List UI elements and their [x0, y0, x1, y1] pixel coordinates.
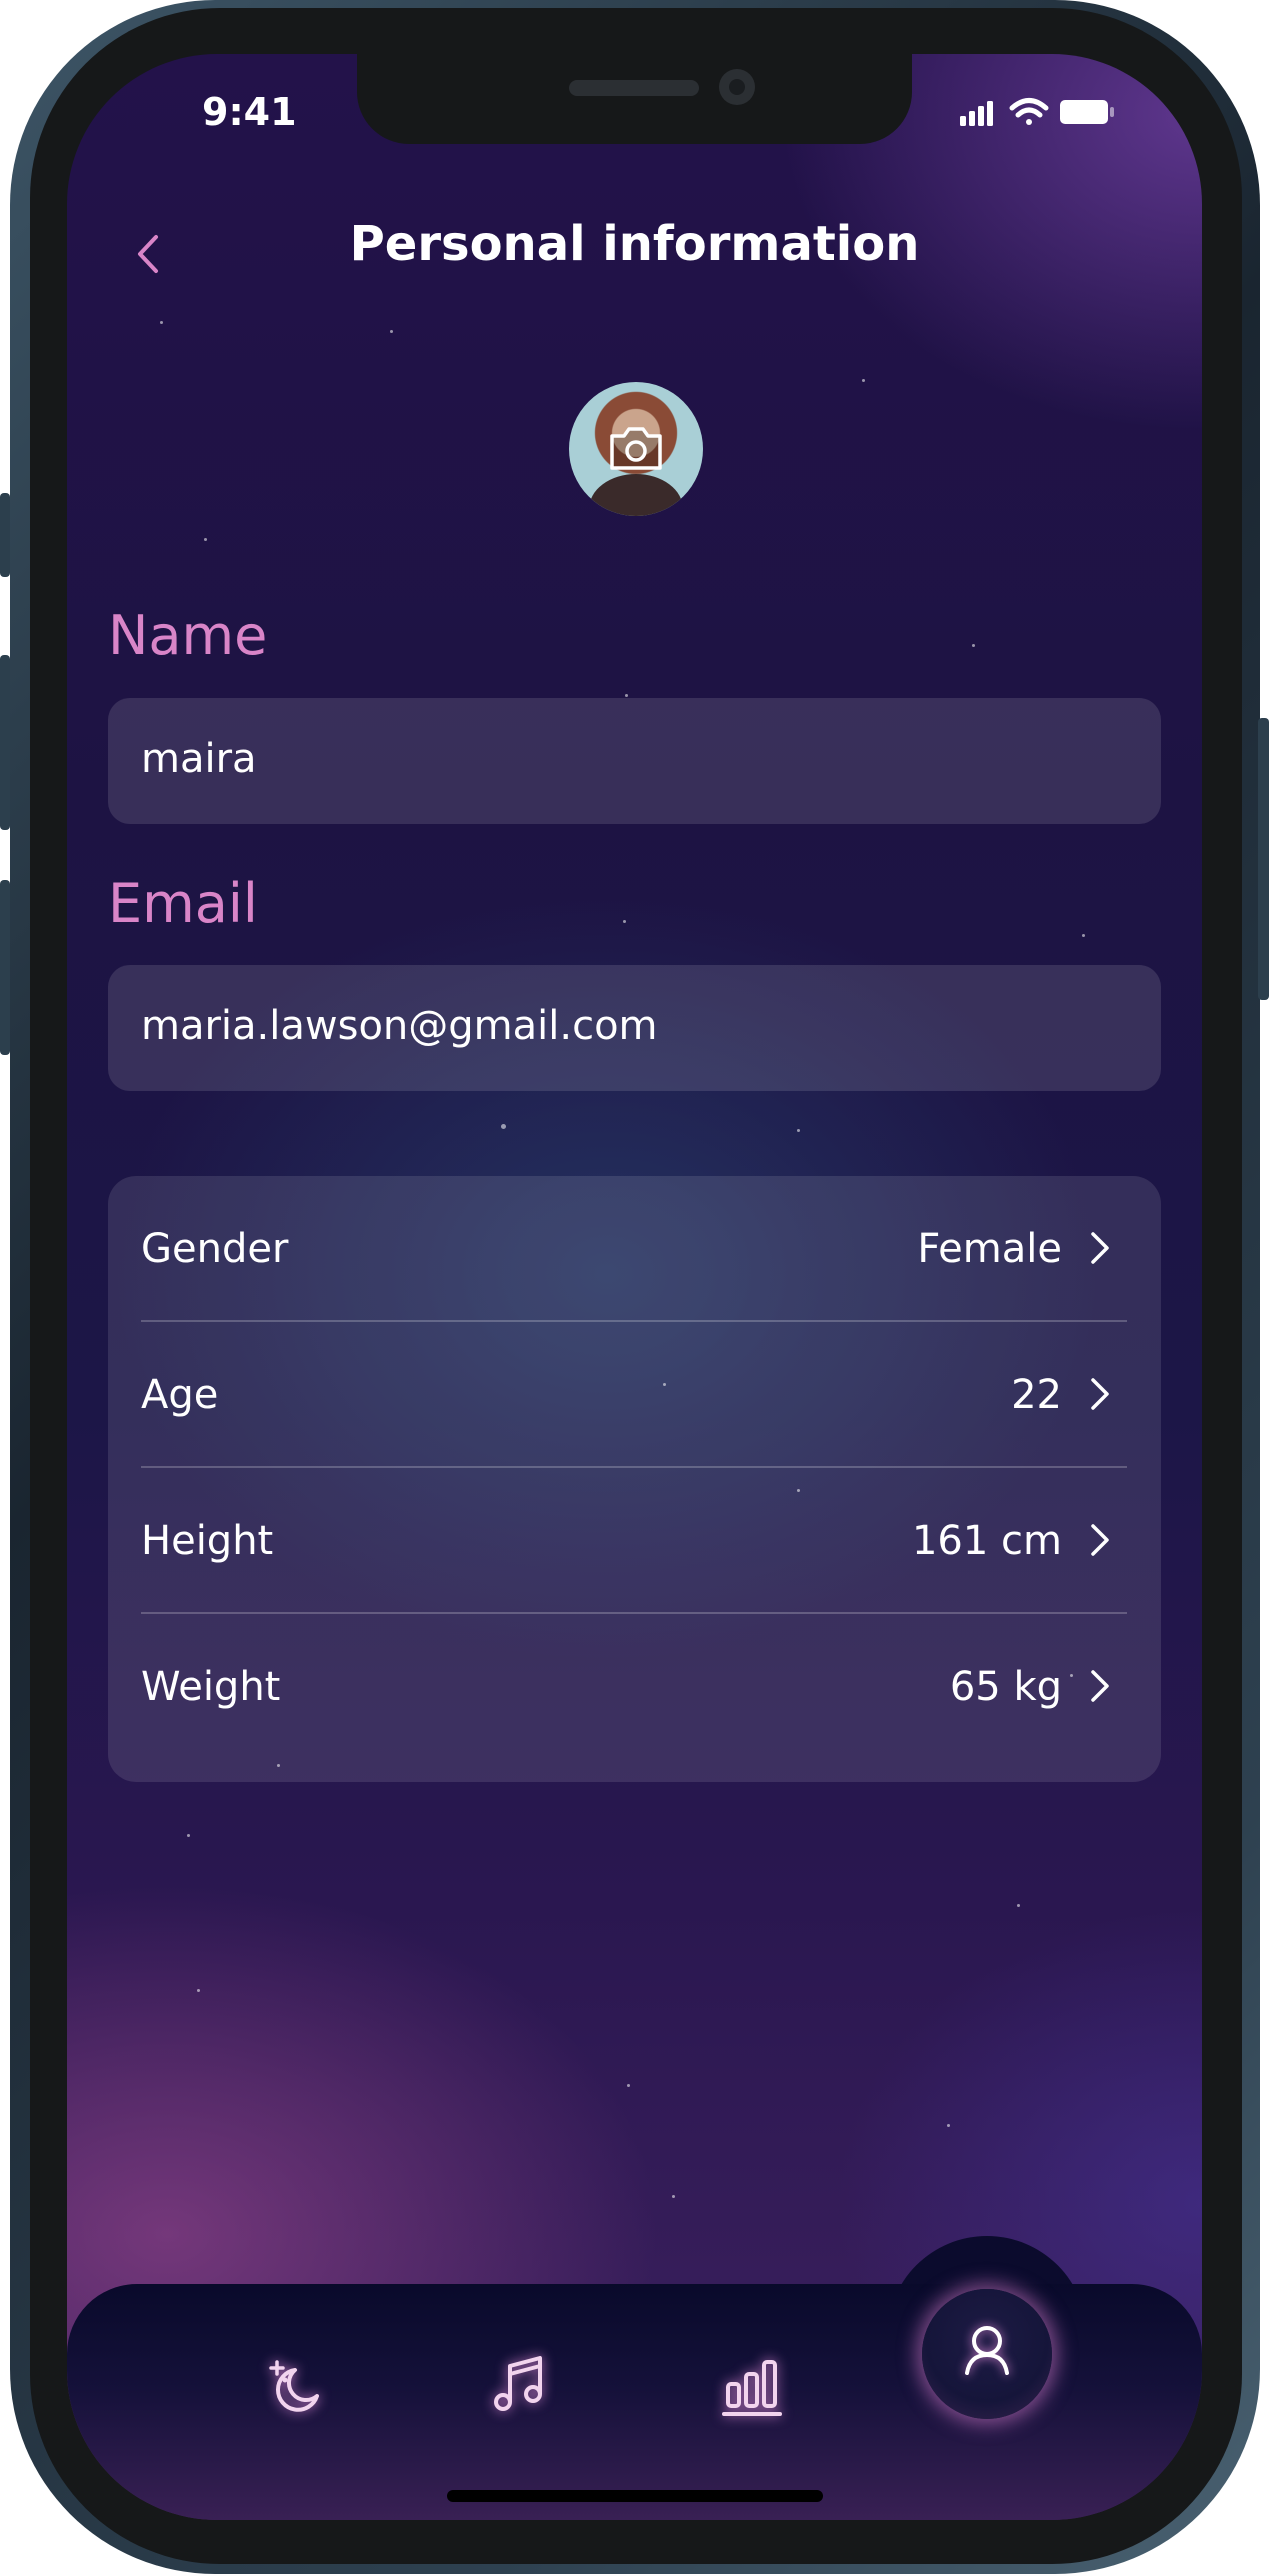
- home-indicator[interactable]: [447, 2490, 823, 2502]
- tab-music[interactable]: [482, 2344, 562, 2424]
- email-label: Email: [108, 872, 258, 935]
- star: [1082, 934, 1085, 937]
- star: [501, 1124, 506, 1129]
- wifi-icon: [1009, 98, 1049, 125]
- star: [204, 538, 207, 541]
- tab-profile[interactable]: [922, 2289, 1052, 2419]
- cellular-signal-icon: [960, 101, 993, 126]
- battery-icon: [1060, 100, 1114, 124]
- music-note-icon: [494, 2356, 542, 2411]
- page-title: Personal information: [349, 216, 920, 272]
- detail-label: Gender: [141, 1226, 289, 1272]
- detail-label: Height: [141, 1518, 274, 1564]
- star: [672, 2195, 675, 2198]
- detail-row-gender[interactable]: Gender Female: [141, 1176, 1127, 1322]
- name-field-value: maira: [141, 736, 257, 782]
- side-button-power: [1258, 718, 1269, 1000]
- chevron-right-icon: [1091, 1232, 1109, 1264]
- detail-row-age[interactable]: Age 22: [141, 1322, 1127, 1468]
- side-button-silent: [0, 493, 10, 577]
- notch: [357, 54, 912, 144]
- side-button-volume-up: [0, 655, 10, 830]
- star: [625, 694, 628, 697]
- detail-row-weight[interactable]: Weight 65 kg: [141, 1614, 1127, 1760]
- chevron-right-icon: [1091, 1378, 1109, 1410]
- tab-sleep[interactable]: [255, 2344, 335, 2424]
- detail-value: 65 kg: [949, 1664, 1062, 1710]
- avatar-photo: [589, 474, 683, 516]
- star: [160, 321, 163, 324]
- star: [187, 1834, 190, 1837]
- star: [627, 2084, 630, 2087]
- star: [390, 330, 393, 333]
- detail-label: Age: [141, 1372, 219, 1418]
- email-field-value: maria.lawson@gmail.com: [141, 1003, 658, 1049]
- detail-value: 22: [1011, 1372, 1062, 1418]
- email-field[interactable]: maria.lawson@gmail.com: [108, 965, 1161, 1091]
- star: [947, 2124, 950, 2127]
- detail-label: Weight: [141, 1664, 281, 1710]
- chevron-right-icon: [1091, 1670, 1109, 1702]
- user-icon: [965, 2326, 1009, 2375]
- star: [862, 379, 865, 382]
- star: [197, 1989, 200, 1992]
- star: [972, 644, 975, 647]
- bar-chart-icon: [722, 2360, 782, 2416]
- front-camera: [719, 69, 755, 105]
- star: [1017, 1904, 1020, 1907]
- details-card: Gender Female Age 22 Height 161 cm Weigh…: [108, 1176, 1161, 1782]
- chevron-right-icon: [1091, 1524, 1109, 1556]
- speaker-grille: [569, 80, 699, 96]
- moon-stars-icon: [269, 2360, 319, 2412]
- avatar-upload-button[interactable]: [569, 382, 703, 516]
- tab-stats[interactable]: [714, 2344, 794, 2424]
- star: [623, 920, 626, 923]
- star: [797, 1129, 800, 1132]
- detail-value: 161 cm: [911, 1518, 1062, 1564]
- detail-row-height[interactable]: Height 161 cm: [141, 1468, 1127, 1614]
- detail-value: Female: [917, 1226, 1062, 1272]
- status-time: 9:41: [202, 90, 297, 134]
- app-screen: 9:41 Personal information Name maira Ema…: [67, 54, 1202, 2520]
- status-icons: [912, 94, 1152, 134]
- name-label: Name: [108, 604, 268, 667]
- side-button-volume-down: [0, 880, 10, 1055]
- camera-icon: [610, 427, 662, 470]
- name-field[interactable]: maira: [108, 698, 1161, 824]
